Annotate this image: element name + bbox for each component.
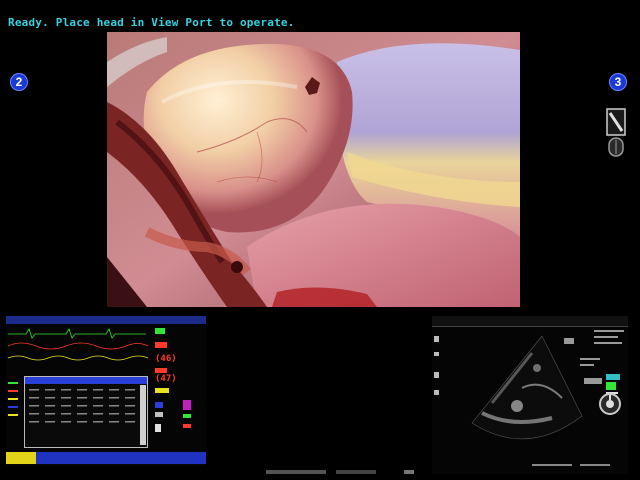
trend-row-labels	[8, 378, 22, 428]
instrument-status-icon	[606, 108, 626, 158]
ultrasound-header	[432, 316, 628, 327]
bp-mean-1: (46)	[155, 354, 177, 364]
ultrasound-panel	[432, 316, 628, 474]
status-message: Ready. Place head in View Port to operat…	[8, 16, 295, 29]
endoscope-view[interactable]	[107, 32, 520, 307]
left-arm-indicator: 2	[10, 73, 28, 91]
surgical-console-screen: Ready. Place head in View Port to operat…	[0, 0, 640, 480]
vitals-values: (46) (47)	[153, 328, 203, 448]
bp-mean-2: (47)	[155, 374, 177, 384]
waveform-panel	[7, 328, 149, 361]
right-arm-indicator: 3	[609, 73, 627, 91]
vitals-header	[6, 316, 206, 324]
trend-table	[24, 376, 148, 448]
bottom-status-strip	[266, 470, 414, 474]
vitals-footer	[6, 452, 206, 464]
vitals-monitor: (46) (47)	[6, 316, 206, 466]
probe-orientation-icon	[598, 392, 622, 416]
